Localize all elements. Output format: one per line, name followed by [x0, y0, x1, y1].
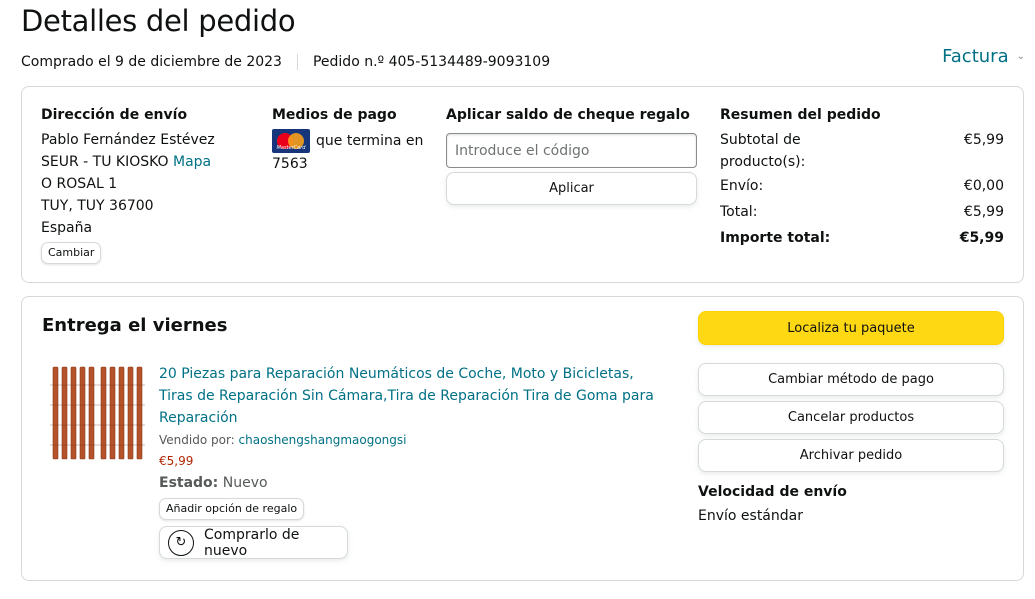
buy-again-label[interactable]: Comprarlo de nuevo [204, 527, 347, 559]
gift-heading: Aplicar saldo de cheque regalo [446, 107, 690, 123]
map-link[interactable]: Mapa [173, 154, 211, 170]
gift-code-input[interactable] [446, 133, 697, 168]
summary-value: €5,99 [963, 132, 1004, 148]
summary-row-shipping: Envío: €0,00 [720, 175, 1004, 197]
change-address-button[interactable]: Cambiar [41, 242, 102, 264]
payment-section: Medios de pago MasterCard que termina en… [272, 105, 432, 175]
delivery-title: Entrega el viernes [42, 315, 228, 336]
sold-by-label: Vendido por: [159, 433, 235, 447]
seller-link[interactable]: chaoshengshangmaogongsi [239, 433, 407, 447]
track-package-button[interactable]: Localiza tu paquete [698, 311, 1004, 345]
card-ending-text: que termina en [316, 133, 424, 149]
summary-label: Subtotal de producto(s): [720, 132, 806, 170]
summary-label: Envío: [720, 178, 764, 194]
delivery-box: Entrega el viernes 20 Piezas para Repara… [21, 296, 1024, 581]
invoice-label[interactable]: Factura [942, 46, 1009, 67]
cancel-items-button[interactable]: Cancelar productos [698, 401, 1004, 434]
archive-order-button[interactable]: Archivar pedido [698, 439, 1004, 472]
shipping-speed-heading: Velocidad de envío [698, 484, 847, 500]
product-price: €5,99 [159, 454, 194, 468]
page-title: Detalles del pedido [21, 4, 296, 38]
product-state: Estado: Nuevo [159, 473, 669, 493]
delivery-actions: Localiza tu paquete Cambiar método de pa… [698, 311, 1004, 524]
seller-row: Vendido por: chaoshengshangmaogongsi [159, 431, 669, 449]
meta-divider [296, 54, 298, 70]
shipping-line3: TUY, TUY 36700 [41, 198, 154, 214]
shipping-heading: Dirección de envío [41, 107, 188, 123]
shipping-line2: O ROSAL 1 [41, 176, 118, 192]
summary-row-subtotal: Subtotal de producto(s): €5,99 [720, 129, 1004, 173]
summary-label: Importe total: [720, 230, 831, 246]
order-details-page: Detalles del pedido Comprado el 9 de dic… [0, 0, 1035, 599]
product-image[interactable] [50, 365, 145, 461]
order-number: Pedido n.º 405-5134489-9093109 [312, 54, 551, 70]
summary-row-total: Total: €5,99 [720, 201, 1004, 223]
shipping-name: Pablo Fernández Estévez [41, 132, 215, 148]
buy-again-button[interactable]: ↻ Comprarlo de nuevo [159, 526, 348, 559]
product-info: 20 Piezas para Reparación Neumáticos de … [159, 363, 669, 559]
shipping-speed-value: Envío estándar [698, 508, 803, 524]
shipping-address-section: Dirección de envío Pablo Fernández Estév… [41, 105, 251, 264]
invoice-dropdown[interactable]: Factura ⌄ [942, 46, 1025, 67]
chevron-down-icon[interactable]: ⌄ [1017, 51, 1025, 62]
card-last-digits: 7563 [272, 156, 308, 172]
change-payment-button[interactable]: Cambiar método de pago [698, 363, 1004, 396]
summary-row-grand-total: Importe total: €5,99 [720, 227, 1004, 249]
state-label: Estado: [159, 475, 219, 491]
shipping-country: España [41, 220, 93, 236]
summary-value: €5,99 [963, 204, 1004, 220]
buy-again-icon: ↻ [168, 529, 194, 556]
shipping-line1-row: SEUR - TU KIOSKO Mapa [41, 151, 251, 173]
product-title-link[interactable]: 20 Piezas para Reparación Neumáticos de … [159, 363, 669, 429]
order-info-box: Dirección de envío Pablo Fernández Estév… [21, 86, 1024, 283]
summary-value: €0,00 [963, 178, 1004, 194]
apply-gift-button[interactable]: Aplicar [446, 172, 697, 205]
shipping-line1: SEUR - TU KIOSKO [41, 154, 169, 170]
purchase-date: Comprado el 9 de diciembre de 2023 [21, 54, 282, 70]
mastercard-icon: MasterCard [272, 129, 310, 153]
card-brand-text: MasterCard [276, 145, 306, 151]
summary-label: Total: [720, 204, 758, 220]
state-value: Nuevo [222, 475, 268, 491]
payment-heading: Medios de pago [272, 107, 397, 123]
summary-value: €5,99 [959, 230, 1004, 246]
gift-card-section: Aplicar saldo de cheque regalo Aplicar [446, 105, 706, 205]
summary-heading: Resumen del pedido [720, 107, 881, 123]
order-meta: Comprado el 9 de diciembre de 2023 Pedid… [21, 54, 550, 70]
add-gift-option-button[interactable]: Añadir opción de regalo [159, 498, 305, 520]
payment-card-row: MasterCard que termina en [272, 129, 432, 153]
order-summary-section: Resumen del pedido Subtotal de producto(… [720, 105, 1010, 249]
